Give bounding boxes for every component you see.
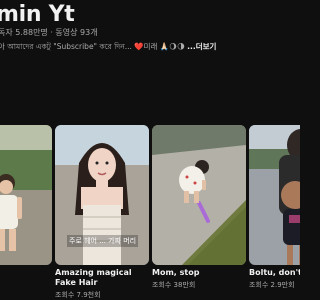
short-card-mom-stop[interactable]: Mom, stop 조회수 38만회 bbox=[152, 125, 246, 289]
short-title[interactable]: ollipops bbox=[0, 268, 52, 278]
short-title[interactable]: Amazing magical Fake Hair bbox=[55, 268, 149, 288]
short-views: 조회수 38만회 bbox=[152, 281, 196, 289]
short-thumbnail[interactable]: 주로 헤어 ... 가짜 머리 bbox=[55, 125, 149, 265]
short-views: 조회수 7.9천회 bbox=[55, 291, 101, 299]
video-caption-overlay: 주로 헤어 ... 가짜 머리 bbox=[67, 235, 139, 247]
channel-description-text: 아 আমাদের একটু "Subscribe" করে দিন... ❤️미… bbox=[0, 42, 185, 51]
channel-name: min Yt bbox=[0, 2, 75, 27]
channel-stats: 독자 5.88만명 · 동영상 93개 bbox=[0, 28, 98, 37]
short-thumbnail[interactable] bbox=[152, 125, 246, 265]
short-views: 조회수 2.9만회 bbox=[249, 281, 295, 289]
short-thumbnail[interactable] bbox=[0, 125, 52, 265]
short-thumbnail-image bbox=[152, 125, 246, 265]
channel-page: min Yt 독자 5.88만명 · 동영상 93개 아 আমাদের একটু… bbox=[0, 0, 300, 300]
short-card-fake-hair[interactable]: 주로 헤어 ... 가짜 머리 Amazing magical Fake Hai… bbox=[55, 125, 149, 299]
channel-description[interactable]: 아 আমাদের একটু "Subscribe" করে দিন... ❤️미… bbox=[0, 41, 216, 54]
short-thumbnail-image bbox=[0, 125, 52, 265]
short-title[interactable]: Boltu, don't do th bbox=[249, 268, 300, 278]
short-card-boltu[interactable]: Boltu, don't do th 조회수 2.9만회 bbox=[249, 125, 300, 289]
short-thumbnail-image bbox=[249, 125, 300, 265]
more-link[interactable]: ...더보기 bbox=[187, 42, 216, 51]
short-card-lollipops[interactable]: ollipops bbox=[0, 125, 52, 265]
short-title[interactable]: Mom, stop bbox=[152, 268, 246, 278]
short-thumbnail[interactable] bbox=[249, 125, 300, 265]
